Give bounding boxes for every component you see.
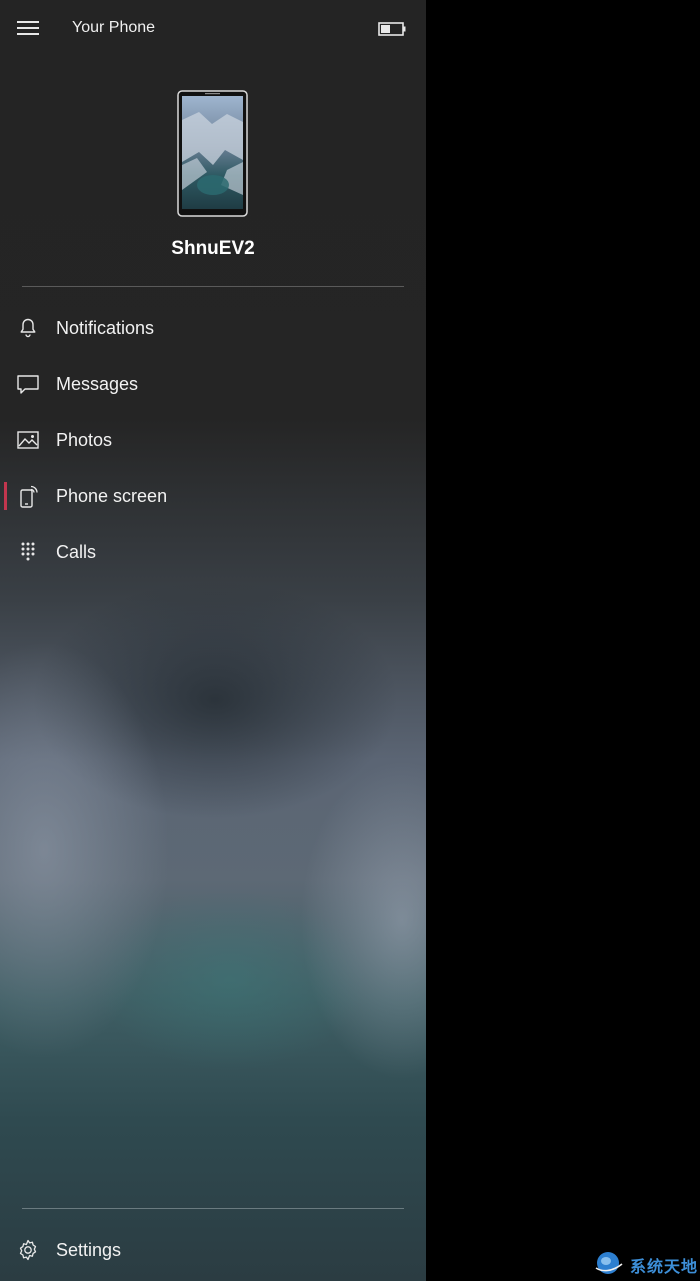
nav-item-label: Calls [56, 542, 97, 562]
divider [22, 1208, 404, 1209]
nav-item-settings[interactable]: Settings [0, 1222, 426, 1278]
nav-item-notifications[interactable]: Notifications [0, 300, 426, 356]
phone-cast-icon [20, 485, 38, 508]
nav-item-calls[interactable]: Calls [0, 524, 426, 580]
selection-indicator [4, 482, 7, 510]
globe-logo-icon [595, 1252, 623, 1274]
watermark-text: 系统天地 [630, 1257, 699, 1276]
battery-icon [378, 22, 406, 36]
watermark: 系统天地 [594, 1248, 700, 1278]
divider [22, 286, 404, 287]
nav-item-label: Phone screen [56, 486, 168, 506]
wallpaper-cliff-left [0, 640, 170, 1060]
chat-bubble-icon [17, 375, 39, 394]
image-icon [17, 431, 39, 449]
device-name: ShnuEV2 [171, 238, 255, 259]
nav-item-label: Photos [56, 430, 113, 450]
menu-button[interactable] [10, 12, 46, 44]
title-bar: Your Phone [0, 0, 426, 58]
gear-icon [19, 1239, 37, 1261]
settings-label: Settings [56, 1240, 122, 1260]
nav-item-phone-screen[interactable]: Phone screen [0, 468, 426, 524]
nav-item-label: Messages [56, 374, 139, 394]
dialpad-icon [21, 542, 35, 561]
phone-thumbnail[interactable] [177, 90, 248, 217]
bell-icon [20, 318, 36, 338]
hamburger-icon [17, 21, 39, 23]
nav-item-photos[interactable]: Photos [0, 412, 426, 468]
nav-item-label: Notifications [56, 318, 155, 338]
wallpaper-cliff-right [300, 760, 426, 1080]
navigation-pane: Your Phone ShnuEV2 Notifications Message… [0, 0, 426, 1281]
nav-item-messages[interactable]: Messages [0, 356, 426, 412]
app-title: Your Phone [72, 19, 156, 36]
